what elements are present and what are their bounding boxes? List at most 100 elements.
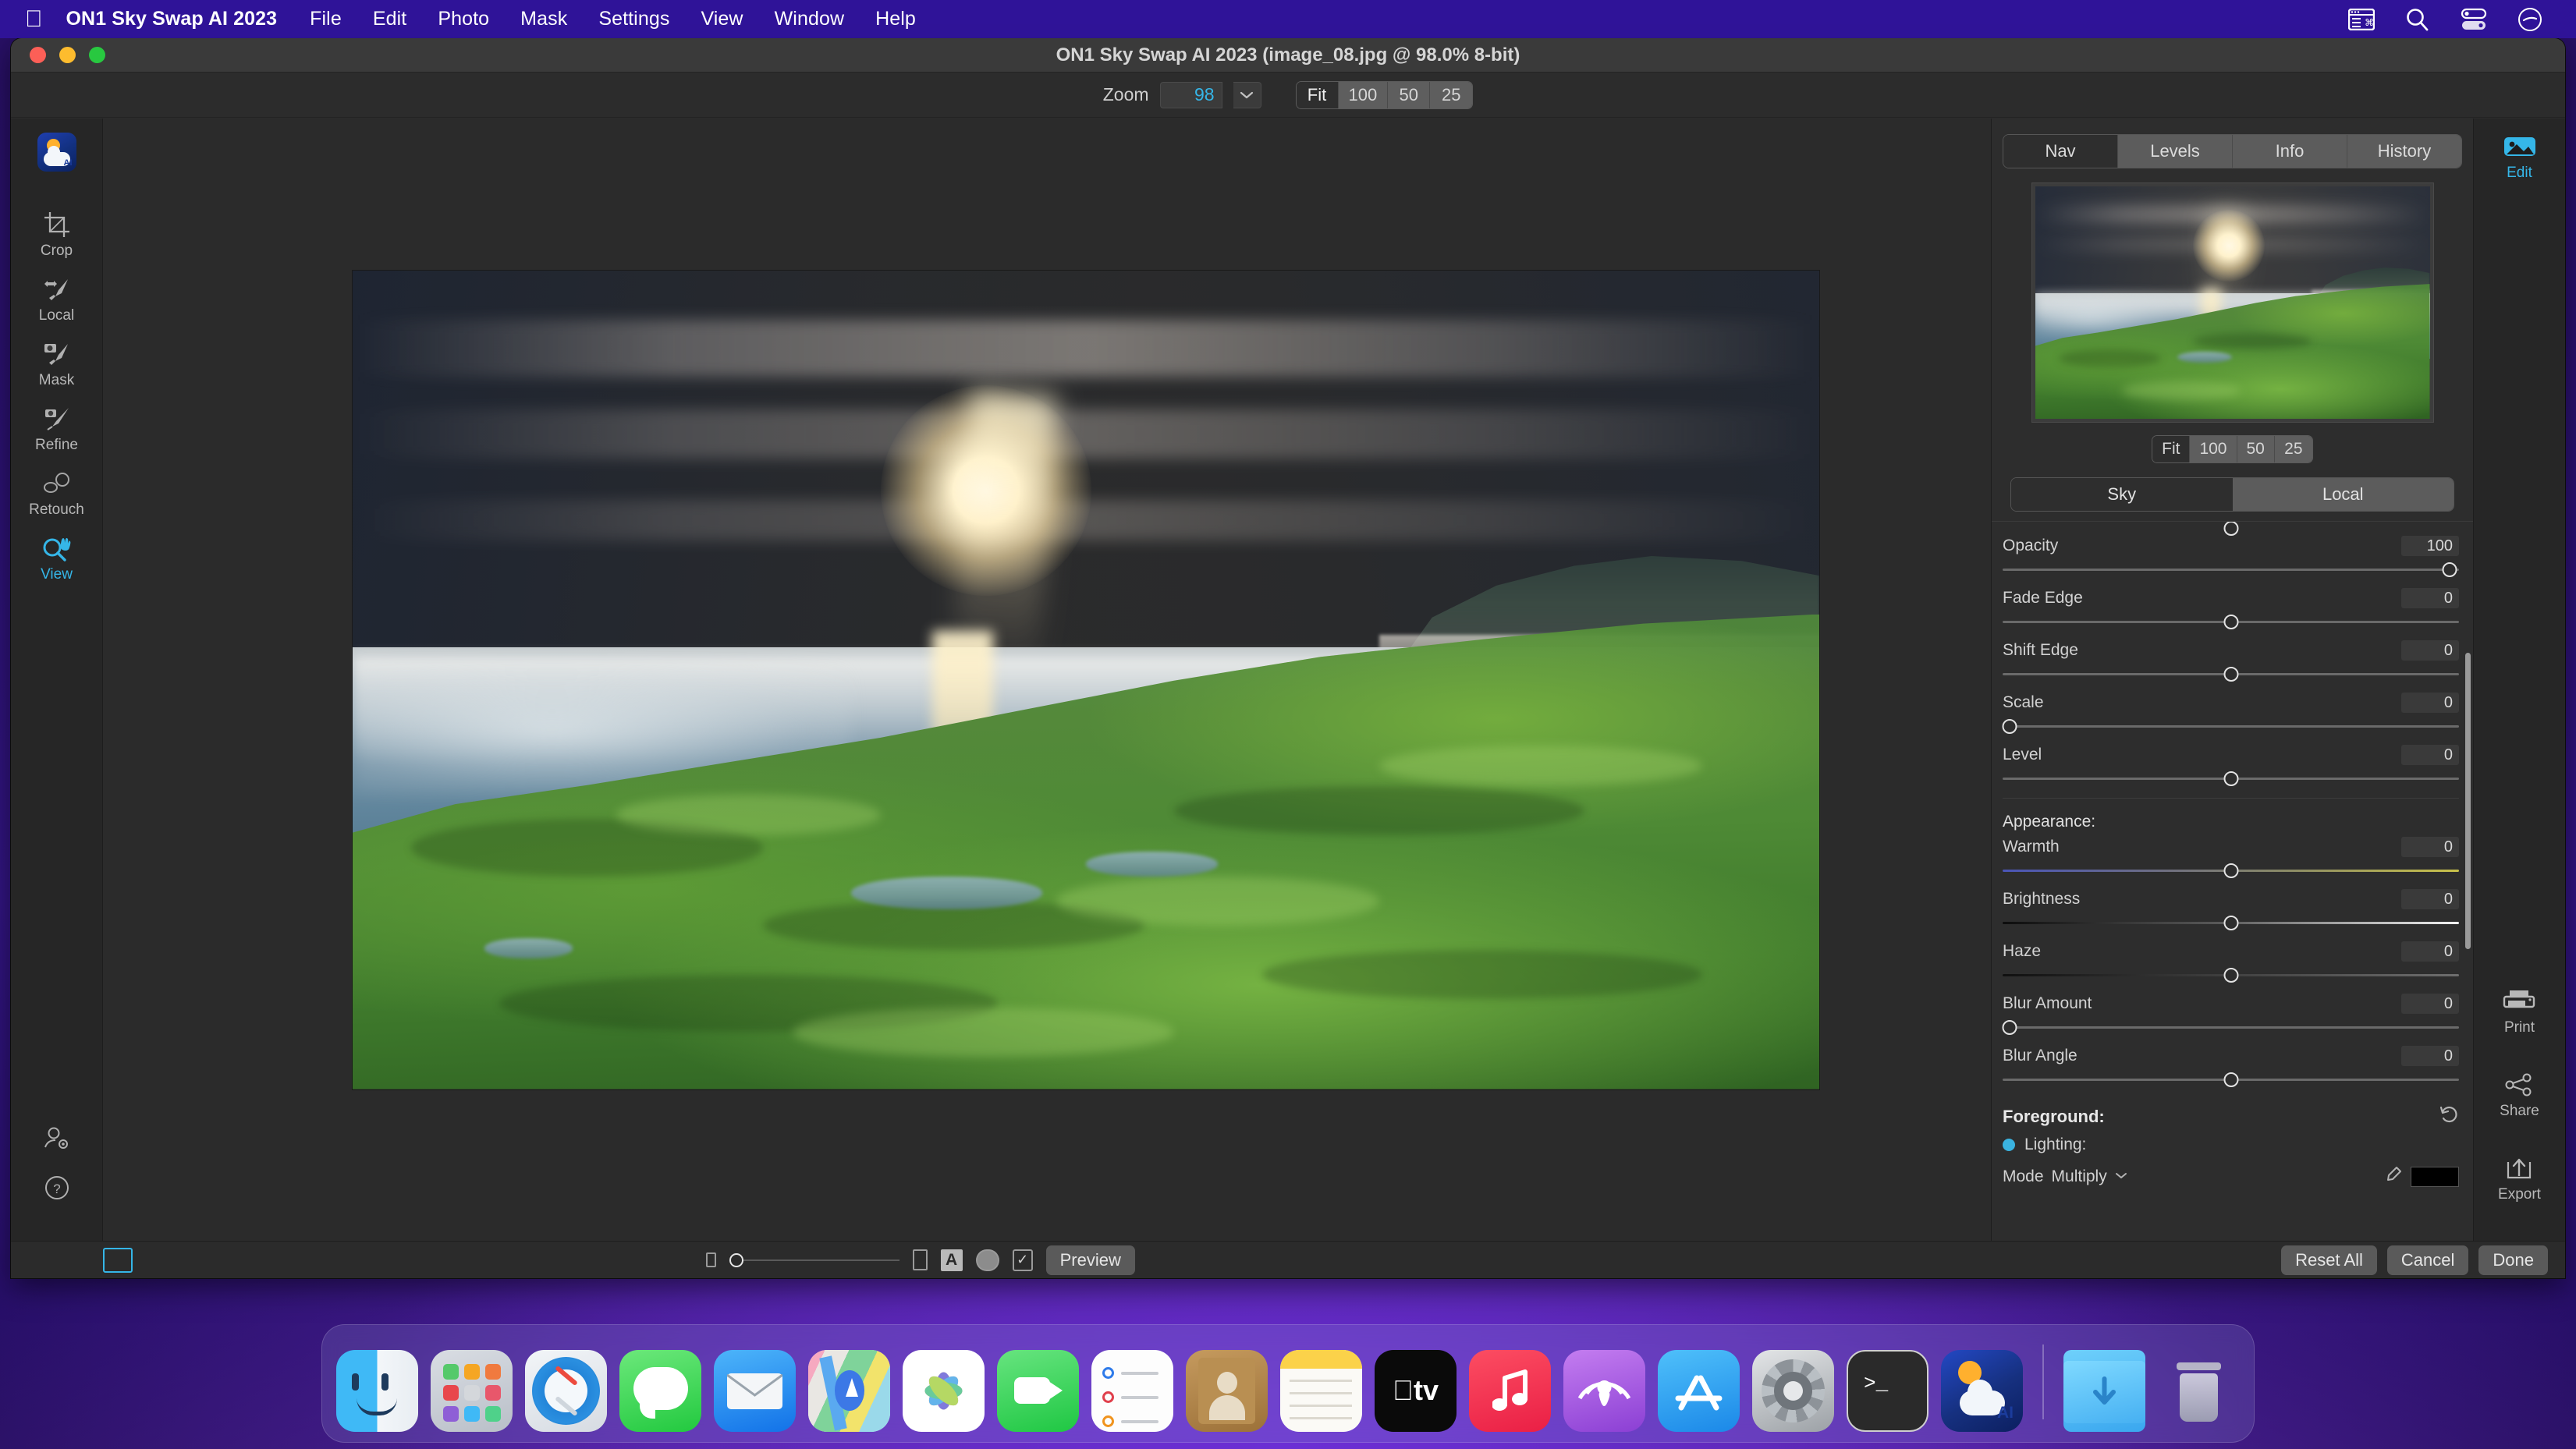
tab-nav[interactable]: Nav <box>2003 135 2118 168</box>
module-edit[interactable]: Edit <box>2474 131 2565 182</box>
sidebar-item-mask[interactable]: Mask <box>11 338 102 389</box>
slider-blur-amount[interactable]: Blur Amount 0 <box>2003 991 2459 1036</box>
slider-opacity[interactable]: Opacity 100 <box>2003 533 2459 578</box>
compare-checkbox-icon[interactable]: ✓ <box>1013 1249 1033 1271</box>
panel-scrollbar-thumb[interactable] <box>2465 653 2471 949</box>
preview-button[interactable]: Preview <box>1046 1245 1135 1275</box>
clipped-slider-knob[interactable] <box>2223 521 2238 536</box>
menu-item-edit[interactable]: Edit <box>357 0 422 38</box>
slider-warmth[interactable]: Warmth 0 <box>2003 834 2459 879</box>
sidebar-item-refine[interactable]: Refine <box>11 403 102 454</box>
slider-scale[interactable]: Scale 0 <box>2003 690 2459 735</box>
mission-control-icon[interactable]: ⌘ <box>2347 5 2376 34</box>
module-print[interactable]: Print <box>2498 986 2541 1036</box>
sidebar-item-crop[interactable]: Crop <box>11 209 102 260</box>
control-center-icon[interactable] <box>2459 5 2489 34</box>
background-tone-icon[interactable] <box>976 1249 999 1271</box>
module-export[interactable]: Export <box>2498 1153 2541 1203</box>
reset-undo-icon[interactable] <box>2439 1105 2459 1128</box>
slider-knob[interactable] <box>2223 771 2238 786</box>
blend-mode-row[interactable]: Mode Multiply <box>2003 1165 2459 1188</box>
module-share[interactable]: Share <box>2498 1069 2541 1120</box>
dock-item-podcasts[interactable] <box>1563 1350 1645 1432</box>
chevron-down-icon[interactable] <box>1233 82 1261 108</box>
dock-item-maps[interactable] <box>808 1350 890 1432</box>
minimize-button[interactable] <box>59 47 76 63</box>
zoom-preset-100[interactable]: 100 <box>1339 82 1389 108</box>
dock-item-music[interactable] <box>1469 1350 1551 1432</box>
help-question-icon[interactable]: ? <box>44 1174 70 1205</box>
dock-item-safari[interactable] <box>525 1350 607 1432</box>
thumbnail-size-knob[interactable] <box>729 1253 743 1267</box>
small-thumbnail-icon[interactable] <box>706 1252 716 1267</box>
sidebar-item-local[interactable]: Local <box>11 274 102 324</box>
zoom-preset-25[interactable]: 25 <box>1430 82 1472 108</box>
menu-item-photo[interactable]: Photo <box>422 0 505 38</box>
slider-knob[interactable] <box>2223 615 2238 629</box>
dock-item-on1-sky-swap-ai[interactable]: AI <box>1941 1350 2023 1432</box>
slider-haze[interactable]: Haze 0 <box>2003 939 2459 983</box>
slider-knob[interactable] <box>2223 968 2238 983</box>
dock-item-app-store[interactable] <box>1658 1350 1740 1432</box>
slider-blur-angle[interactable]: Blur Angle 0 <box>2003 1043 2459 1088</box>
slider-value[interactable]: 0 <box>2401 588 2459 608</box>
dock-item-notes[interactable] <box>1280 1350 1362 1432</box>
slider-value[interactable]: 0 <box>2401 994 2459 1014</box>
slider-value[interactable]: 0 <box>2401 941 2459 962</box>
tab-info[interactable]: Info <box>2233 135 2347 168</box>
blue-enabled-dot-icon[interactable] <box>2003 1139 2015 1151</box>
zoom-input[interactable]: 98 <box>1160 82 1222 108</box>
dock-item-finder[interactable] <box>336 1350 418 1432</box>
zoom-preset-50[interactable]: 50 <box>1388 82 1430 108</box>
dock-item-reminders[interactable] <box>1091 1350 1173 1432</box>
dock-item-system-settings[interactable] <box>1752 1350 1834 1432</box>
close-button[interactable] <box>30 47 46 63</box>
maximize-button[interactable] <box>89 47 105 63</box>
tab-local[interactable]: Local <box>2233 478 2454 511</box>
slider-brightness[interactable]: Brightness 0 <box>2003 887 2459 931</box>
dock-item-launchpad[interactable] <box>431 1350 513 1432</box>
menu-item-file[interactable]: File <box>294 0 357 38</box>
tab-levels[interactable]: Levels <box>2118 135 2233 168</box>
slider-knob[interactable] <box>2223 916 2238 930</box>
slider-fade-edge[interactable]: Fade Edge 0 <box>2003 586 2459 630</box>
spotlight-search-icon[interactable] <box>2403 5 2432 34</box>
chevron-down-icon[interactable] <box>2115 1170 2127 1184</box>
menu-item-settings[interactable]: Settings <box>583 0 685 38</box>
dock-item-downloads[interactable] <box>2063 1350 2145 1432</box>
nav-preset-100[interactable]: 100 <box>2190 436 2237 462</box>
menu-item-mask[interactable]: Mask <box>505 0 583 38</box>
slider-knob[interactable] <box>2443 562 2457 577</box>
settings-scroll-area[interactable]: Opacity 100 Fade Edge 0 Shift Edge 0 <box>1992 521 2473 1241</box>
slider-knob[interactable] <box>2002 719 2017 734</box>
cancel-button[interactable]: Cancel <box>2387 1245 2468 1275</box>
nav-preset-fit[interactable]: Fit <box>2152 436 2190 462</box>
menu-app-name[interactable]: ON1 Sky Swap AI 2023 <box>55 0 295 38</box>
slider-knob[interactable] <box>2223 667 2238 682</box>
sidebar-item-retouch[interactable]: Retouch <box>11 468 102 519</box>
tab-history[interactable]: History <box>2347 135 2461 168</box>
dock-item-facetime[interactable] <box>997 1350 1079 1432</box>
slider-shift-edge[interactable]: Shift Edge 0 <box>2003 638 2459 682</box>
sidebar-item-view[interactable]: View <box>11 533 102 583</box>
large-thumbnail-icon[interactable] <box>913 1249 928 1270</box>
done-button[interactable]: Done <box>2478 1245 2548 1275</box>
foreground-color-swatch[interactable] <box>2411 1167 2459 1187</box>
lighting-row[interactable]: Lighting: <box>2003 1135 2459 1154</box>
menu-item-view[interactable]: View <box>685 0 758 38</box>
menu-item-help[interactable]: Help <box>860 0 931 38</box>
slider-value[interactable]: 100 <box>2401 536 2459 556</box>
dock-item-photos[interactable] <box>903 1350 985 1432</box>
dock-item-terminal[interactable]: >_ <box>1847 1350 1928 1432</box>
account-settings-icon[interactable] <box>43 1125 71 1156</box>
nav-preset-25[interactable]: 25 <box>2275 436 2312 462</box>
dock-item-messages[interactable] <box>619 1350 701 1432</box>
apple-logo-icon[interactable]:  <box>20 0 55 38</box>
slider-value[interactable]: 0 <box>2401 1046 2459 1066</box>
dock-item-contacts[interactable] <box>1186 1350 1268 1432</box>
menu-item-window[interactable]: Window <box>759 0 860 38</box>
dock-item-tv[interactable]: tv <box>1375 1350 1457 1432</box>
image-canvas-area[interactable] <box>103 119 2069 1241</box>
slider-value[interactable]: 0 <box>2401 640 2459 661</box>
zoom-preset-fit[interactable]: Fit <box>1297 82 1339 108</box>
